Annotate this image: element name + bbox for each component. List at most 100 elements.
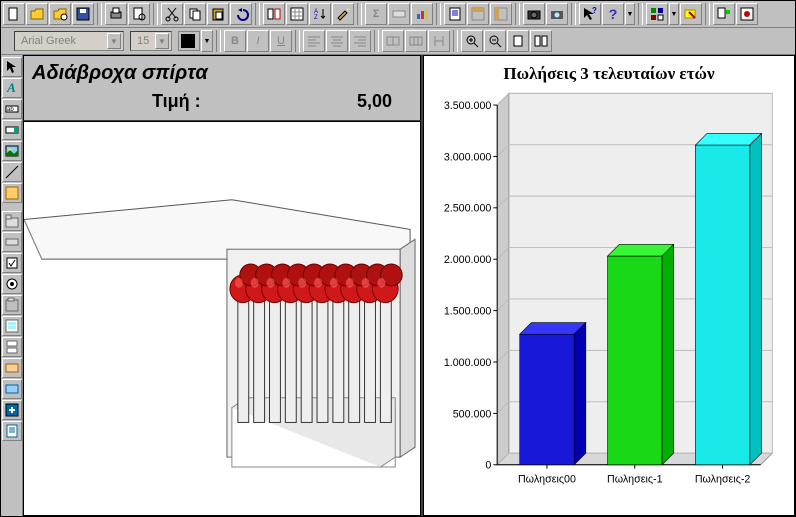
y-tick-label: 3.000.000 [444,151,492,163]
wizard-icon[interactable] [736,3,758,25]
color-arrow-icon[interactable]: ▼ [201,30,213,52]
separator [515,3,520,25]
ruler-v-icon[interactable] [490,3,512,25]
x-tick-label: Πωλησεις-1 [607,473,663,485]
layers-icon[interactable] [680,3,702,25]
undo-icon[interactable] [230,3,252,25]
select-tool-icon[interactable] [2,57,22,77]
separator [216,30,221,52]
align-arrow-icon[interactable]: ▼ [669,3,679,25]
font-size: 15 [133,35,155,47]
snapshot-icon[interactable] [546,3,568,25]
cursor-help-icon[interactable]: ? [579,3,601,25]
line-tool-icon[interactable] [2,162,22,182]
field-list-icon[interactable] [263,3,285,25]
report-tool-icon[interactable] [2,421,22,441]
underline-button[interactable]: U [270,30,292,52]
chevron-down-icon[interactable]: ▼ [155,33,169,49]
separator [571,3,576,25]
help-arrow-icon[interactable]: ▼ [625,3,635,25]
y-tick-label: 2.000.000 [444,254,492,266]
separator [453,30,458,52]
product-title: Αδιάβροχα σπίρτα [32,62,412,85]
separator [97,3,102,25]
frame-tool-icon[interactable] [2,295,22,315]
column-width-icon[interactable] [428,30,450,52]
align-center-icon[interactable] [326,30,348,52]
zoom-in-icon[interactable] [461,30,483,52]
align-left-icon[interactable] [303,30,325,52]
separator [255,3,260,25]
y-tick-label: 500.000 [453,408,492,420]
paste-icon[interactable] [207,3,229,25]
bold-button[interactable]: B [224,30,246,52]
subform-tool-icon[interactable] [2,316,22,336]
pagebreak-tool-icon[interactable] [2,337,22,357]
zoom-page-icon[interactable] [507,30,529,52]
split-cells-icon[interactable] [405,30,427,52]
y-tick-label: 2.500.000 [444,203,492,215]
sum-icon[interactable]: Σ [365,3,387,25]
print-icon[interactable] [105,3,127,25]
chart-plot: 0500.0001.000.0001.500.0002.000.0002.500… [434,92,784,507]
open-file-icon[interactable] [26,3,48,25]
text-tool-icon[interactable]: ab [2,99,22,119]
autoformat-icon[interactable] [332,3,354,25]
picture-tool-icon[interactable] [2,141,22,161]
zoom-multi-icon[interactable] [530,30,552,52]
save-icon[interactable] [72,3,94,25]
report-icon[interactable] [444,3,466,25]
checkbox-tool-icon[interactable] [2,253,22,273]
zoom-out-icon[interactable] [484,30,506,52]
combo-tool-icon[interactable] [2,120,22,140]
option-tool-icon[interactable] [2,274,22,294]
grid-icon[interactable] [286,3,308,25]
align-right-icon[interactable] [349,30,371,52]
font-size-combo[interactable]: 15 ▼ [130,31,172,51]
price-label: Τιμή : [152,91,201,112]
side-toolbox: A ab [1,55,23,516]
help-icon[interactable]: ? [602,3,624,25]
y-tick-label: 3.500.000 [444,100,492,112]
italic-button[interactable]: I [247,30,269,52]
chart-bar [608,256,662,465]
tab-tool-icon[interactable] [2,211,22,231]
align-icon[interactable] [646,3,668,25]
product-header: Αδιάβροχα σπίρτα Τιμή : 5,00 [23,55,421,121]
font-color-picker[interactable] [178,31,200,51]
workspace: Αδιάβροχα σπίρτα Τιμή : 5,00 [23,55,795,516]
chart-pane: Πωλήσεις 3 τελευταίων ετών 0500.0001.000… [423,55,795,516]
button-tool-icon[interactable] [2,232,22,252]
ruler-h-icon[interactable] [467,3,489,25]
merge-cells-icon[interactable] [382,30,404,52]
color-swatch-icon [181,34,195,48]
chart-bar [695,145,749,465]
svg-text:ab: ab [7,107,14,113]
chevron-down-icon[interactable]: ▼ [107,33,121,49]
more-tool-icon[interactable] [2,400,22,420]
print-preview-icon[interactable] [128,3,150,25]
main-area: A ab Αδιάβροχα σπίρτα Τιμή : 5,00 [1,55,795,516]
chart-bar [520,334,574,465]
bound-tool-icon[interactable] [2,379,22,399]
control-icon[interactable] [388,3,410,25]
y-tick-label: 0 [485,460,491,472]
svg-text:Z: Z [314,15,318,21]
main-toolbar: AZ Σ ? ? ▼ ▼ [1,1,795,28]
unbound-tool-icon[interactable] [2,358,22,378]
sort-icon[interactable]: AZ [309,3,331,25]
separator [374,30,379,52]
new-file-icon[interactable] [3,3,25,25]
label-tool-icon[interactable]: A [2,78,22,98]
y-tick-label: 1.000.000 [444,357,492,369]
cut-icon[interactable] [161,3,183,25]
copy-icon[interactable] [184,3,206,25]
x-tick-label: Πωλησεις-2 [695,473,751,485]
font-combo[interactable]: Arial Greek ▼ [14,31,124,51]
chart-icon[interactable] [411,3,433,25]
group-icon[interactable] [713,3,735,25]
camera-icon[interactable] [523,3,545,25]
rect-tool-icon[interactable] [2,183,22,203]
open-db-icon[interactable] [49,3,71,25]
separator [153,3,158,25]
